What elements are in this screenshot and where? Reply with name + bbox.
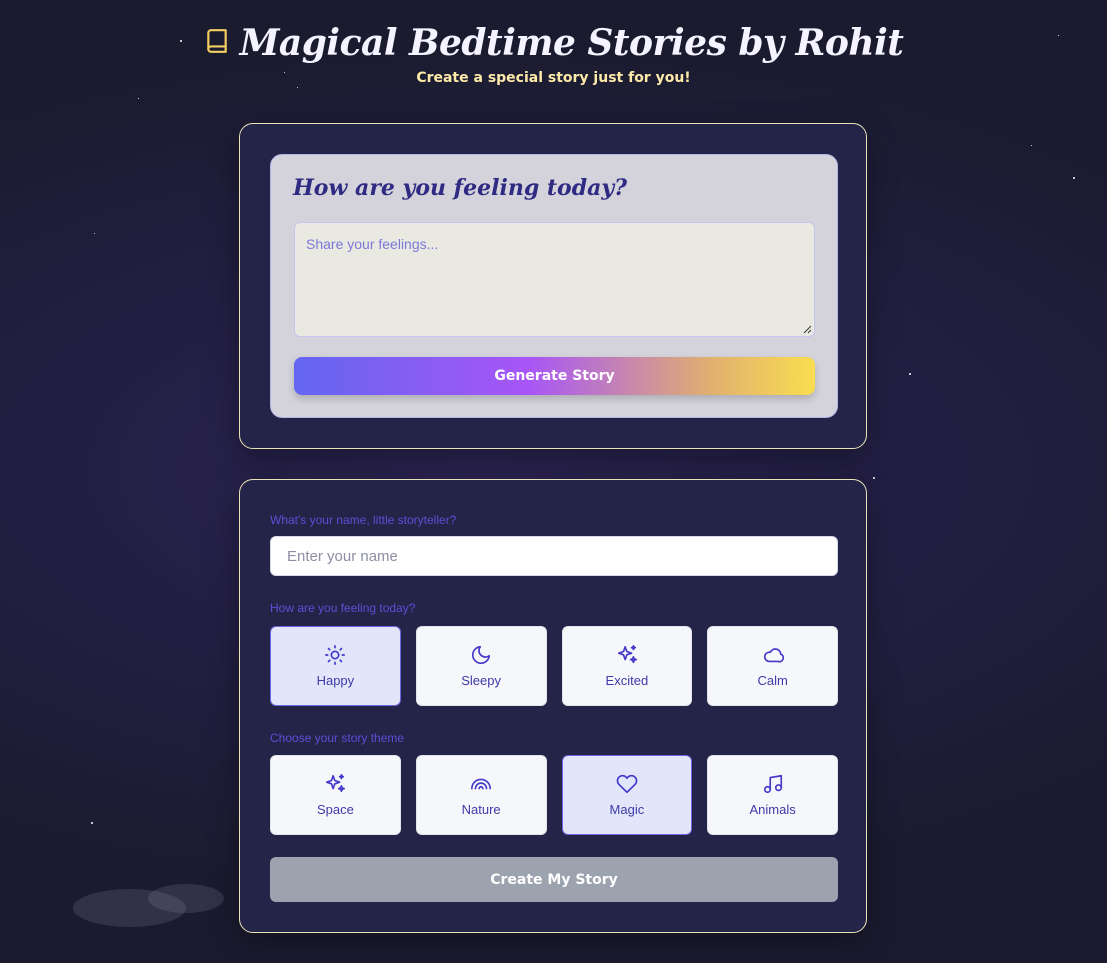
mood-option-label: Calm: [757, 673, 788, 688]
page-subtitle: Create a special story just for you!: [416, 70, 691, 86]
sparkles-icon: [617, 645, 637, 664]
star: [909, 373, 911, 375]
mood-label: How are you feeling today?: [270, 601, 416, 615]
star: [297, 87, 298, 88]
star: [1031, 145, 1032, 146]
star: [138, 98, 139, 99]
cloud-decoration: [148, 884, 224, 913]
name-label: What's your name, little storyteller?: [270, 513, 457, 527]
name-placeholder: Enter your name: [287, 547, 398, 565]
theme-option-label: Nature: [461, 802, 501, 817]
create-story-button[interactable]: Create My Story: [270, 857, 838, 902]
theme-option-label: Space: [316, 802, 354, 817]
star: [94, 233, 95, 234]
star: [1073, 177, 1075, 179]
generate-story-button[interactable]: Generate Story: [294, 357, 815, 395]
page-header: Magical Bedtime Stories by Rohit Create …: [0, 22, 1107, 86]
mood-option-label: Excited: [605, 673, 649, 688]
name-input[interactable]: Enter your name: [270, 536, 838, 576]
mood-option-happy[interactable]: Happy: [270, 626, 401, 706]
book-icon: [204, 26, 230, 60]
heart-icon: [616, 774, 638, 794]
cloud-icon: [763, 648, 784, 663]
theme-option-space[interactable]: Space: [270, 755, 401, 835]
moon-icon: [472, 645, 491, 665]
mood-option-calm[interactable]: Calm: [707, 626, 838, 706]
theme-option-animals[interactable]: Animals: [707, 755, 838, 835]
theme-option-label: Magic: [609, 802, 645, 817]
feeling-heading: How are you feeling today?: [293, 175, 628, 201]
sparkles-icon: [326, 774, 346, 793]
resize-handle-icon[interactable]: [803, 325, 812, 334]
mood-option-label: Happy: [316, 673, 355, 688]
story-form-panel: What's your name, little storyteller? En…: [239, 479, 867, 933]
mood-option-label: Sleepy: [461, 673, 501, 688]
rainbow-icon: [471, 778, 492, 790]
sun-icon: [325, 645, 346, 665]
page-title: Magical Bedtime Stories by Rohit: [239, 22, 904, 64]
star: [873, 477, 875, 479]
mood-option-sleepy[interactable]: Sleepy: [415, 626, 547, 706]
music-note-icon: [763, 774, 782, 794]
feeling-card: How are you feeling today? Share your fe…: [270, 154, 838, 418]
theme-option-magic[interactable]: Magic: [561, 755, 693, 835]
theme-label: Choose your story theme: [270, 731, 405, 745]
theme-option-nature[interactable]: Nature: [415, 755, 547, 835]
theme-option-label: Animals: [749, 802, 796, 817]
feeling-panel: How are you feeling today? Share your fe…: [239, 123, 867, 449]
mood-option-excited[interactable]: Excited: [561, 626, 693, 706]
feelings-placeholder: Share your feelings...: [306, 236, 439, 252]
star: [91, 822, 93, 824]
mood-options: Happy Sleepy Excited Calm: [270, 626, 838, 706]
theme-options: Space Nature Magic Animals: [270, 755, 838, 835]
feelings-textarea[interactable]: Share your feelings...: [294, 222, 815, 337]
